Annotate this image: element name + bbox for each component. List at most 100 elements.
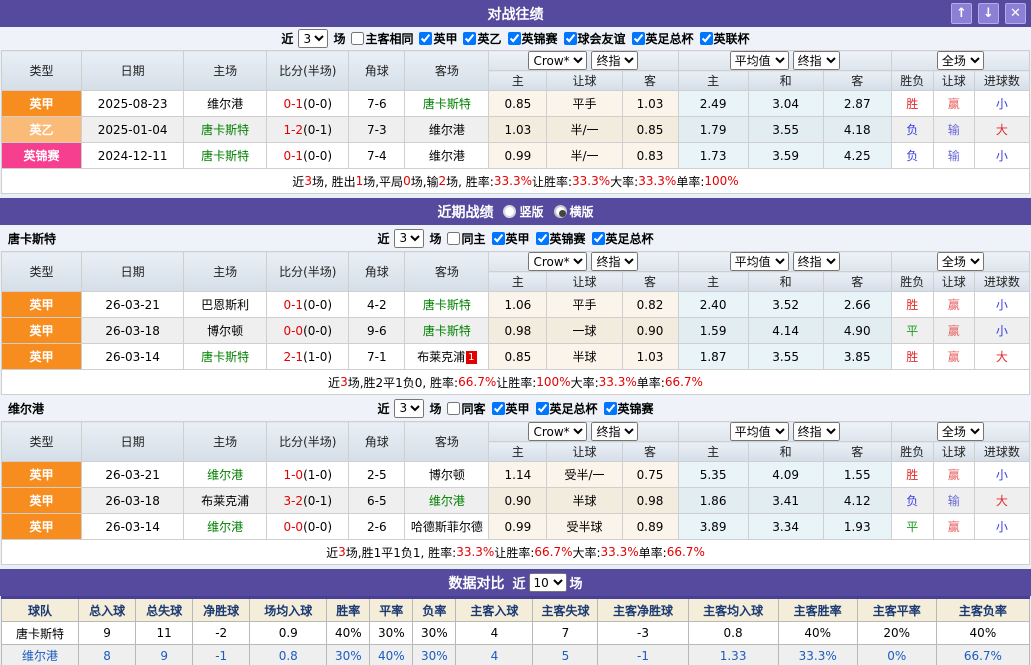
games-unit-label: 场 — [429, 400, 441, 417]
near-label: 近 — [281, 30, 293, 47]
summary-text: 单率: — [676, 173, 704, 190]
away-team: 维尔港 — [405, 488, 489, 514]
summary-text: 场, 胜出 — [312, 173, 356, 190]
stat-value: 40% — [327, 622, 370, 645]
scroll-down-icon[interactable]: ↓ — [978, 3, 999, 24]
league-checkbox-3[interactable] — [564, 32, 577, 45]
summary-text: 单率: — [639, 544, 667, 561]
summary-value: 33.3% — [601, 545, 639, 559]
col-home: 主场 — [184, 252, 267, 292]
league-checkbox-2[interactable] — [592, 232, 605, 245]
odds-away: 0.82 — [622, 292, 678, 318]
summary-text: 让胜率: — [496, 374, 536, 391]
half-score: (1-0) — [303, 350, 332, 364]
odds-source-select[interactable]: Crow* — [528, 51, 587, 70]
avg-time-select[interactable]: 终指 — [793, 51, 840, 70]
corner-score: 4-2 — [349, 292, 405, 318]
result-goals: 小 — [974, 91, 1029, 117]
same-home-label: 同主 — [461, 230, 485, 247]
half-score: (0-0) — [303, 324, 332, 338]
league-checkbox-0[interactable] — [492, 402, 505, 415]
col-ha-draw-rate: 主客平率 — [857, 598, 936, 622]
close-icon[interactable]: ✕ — [1005, 3, 1026, 24]
avg-time-select[interactable]: 终指 — [793, 252, 840, 271]
avg-away: 2.66 — [823, 292, 891, 318]
corner-score: 7-3 — [349, 117, 405, 143]
avg-source-select[interactable]: 平均值 — [730, 252, 789, 271]
col-date: 日期 — [82, 252, 184, 292]
avg-home: 1.73 — [678, 143, 748, 169]
odds-home: 0.90 — [489, 488, 547, 514]
col-odds-away: 客 — [622, 442, 678, 462]
odds-time-select[interactable]: 终指 — [591, 252, 638, 271]
portvale-games-select[interactable]: 3 — [394, 399, 424, 418]
league-checkbox-2[interactable] — [508, 32, 521, 45]
scope-select[interactable]: 全场 — [937, 422, 984, 441]
h2h-table: 类型 日期 主场 比分(半场) 角球 客场 Crow*终指 平均值终指 全场 主… — [1, 50, 1030, 169]
col-win-rate: 胜率 — [327, 598, 370, 622]
col-ha-win-rate: 主客胜率 — [778, 598, 857, 622]
summary-value: 2 — [439, 174, 447, 188]
stat-value: 40% — [936, 622, 1029, 645]
league-checkbox-4[interactable] — [632, 32, 645, 45]
away-team: 维尔港 — [405, 117, 489, 143]
avg-source-select[interactable]: 平均值 — [730, 51, 789, 70]
scroll-up-icon[interactable]: ↑ — [951, 3, 972, 24]
league-label: 英足总杯 — [606, 230, 654, 247]
summary-value: 33.3% — [638, 174, 676, 188]
compare-table: 球队 总入球 总失球 净胜球 场均入球 胜率 平率 负率 主客入球 主客失球 主… — [1, 596, 1030, 665]
summary-text: 大率: — [571, 374, 599, 391]
score: 0-1(0-0) — [267, 91, 349, 117]
table-row: 英乙 2025-01-04 唐卡斯特 1-2(0-1) 7-3 维尔港 1.03… — [2, 117, 1030, 143]
avg-time-select[interactable]: 终指 — [793, 422, 840, 441]
result-goals: 小 — [974, 292, 1029, 318]
same-home-checkbox[interactable] — [447, 232, 460, 245]
half-score: (1-0) — [303, 468, 332, 482]
stat-value: 30% — [370, 622, 413, 645]
league-checkbox-2[interactable] — [604, 402, 617, 415]
same-away-checkbox[interactable] — [447, 402, 460, 415]
doncaster-games-select[interactable]: 3 — [394, 229, 424, 248]
avg-home: 2.49 — [678, 91, 748, 117]
horizontal-radio[interactable] — [554, 205, 567, 218]
league-checkbox-0[interactable] — [419, 32, 432, 45]
league-checkbox-1[interactable] — [536, 402, 549, 415]
result-goals: 小 — [974, 143, 1029, 169]
col-score: 比分(半场) — [267, 51, 349, 91]
window-buttons: ↑ ↓ ✕ — [951, 3, 1026, 24]
stat-value: 0% — [857, 645, 936, 665]
col-type: 类型 — [2, 252, 82, 292]
league-checkbox-1[interactable] — [536, 232, 549, 245]
odds-source-select[interactable]: Crow* — [528, 252, 587, 271]
corner-score: 6-5 — [349, 488, 405, 514]
summary-value: 33.3% — [494, 174, 532, 188]
odds-time-select[interactable]: 终指 — [591, 51, 638, 70]
compare-games-select[interactable]: 10 — [529, 573, 567, 592]
league-checkbox-1[interactable] — [463, 32, 476, 45]
horizontal-label[interactable]: 横版 — [570, 203, 594, 220]
h2h-games-select[interactable]: 3 — [298, 29, 328, 48]
avg-home: 1.87 — [678, 344, 748, 370]
games-unit-label: 场 — [570, 573, 583, 592]
avg-source-select[interactable]: 平均值 — [730, 422, 789, 441]
odds-source-select[interactable]: Crow* — [528, 422, 587, 441]
vertical-radio[interactable] — [503, 205, 516, 218]
odds-home: 0.99 — [489, 143, 547, 169]
odds-time-select[interactable]: 终指 — [591, 422, 638, 441]
stat-value: 0.8 — [688, 622, 778, 645]
result-wdl: 负 — [891, 143, 933, 169]
odds-away: 0.75 — [622, 462, 678, 488]
scope-select[interactable]: 全场 — [937, 252, 984, 271]
home-team: 博尔顿 — [184, 318, 267, 344]
same-venue-checkbox[interactable] — [351, 32, 364, 45]
vertical-label[interactable]: 竖版 — [519, 203, 543, 220]
avg-home: 3.89 — [678, 514, 748, 540]
scope-select[interactable]: 全场 — [937, 51, 984, 70]
home-team: 布莱克浦 — [184, 488, 267, 514]
league-checkbox-0[interactable] — [492, 232, 505, 245]
data-compare-bar: 数据对比 近 10 场 — [0, 569, 1031, 596]
league-checkbox-5[interactable] — [700, 32, 713, 45]
stat-value: -3 — [598, 622, 688, 645]
avg-draw: 4.09 — [748, 462, 823, 488]
col-res-wdl: 胜负 — [891, 442, 933, 462]
